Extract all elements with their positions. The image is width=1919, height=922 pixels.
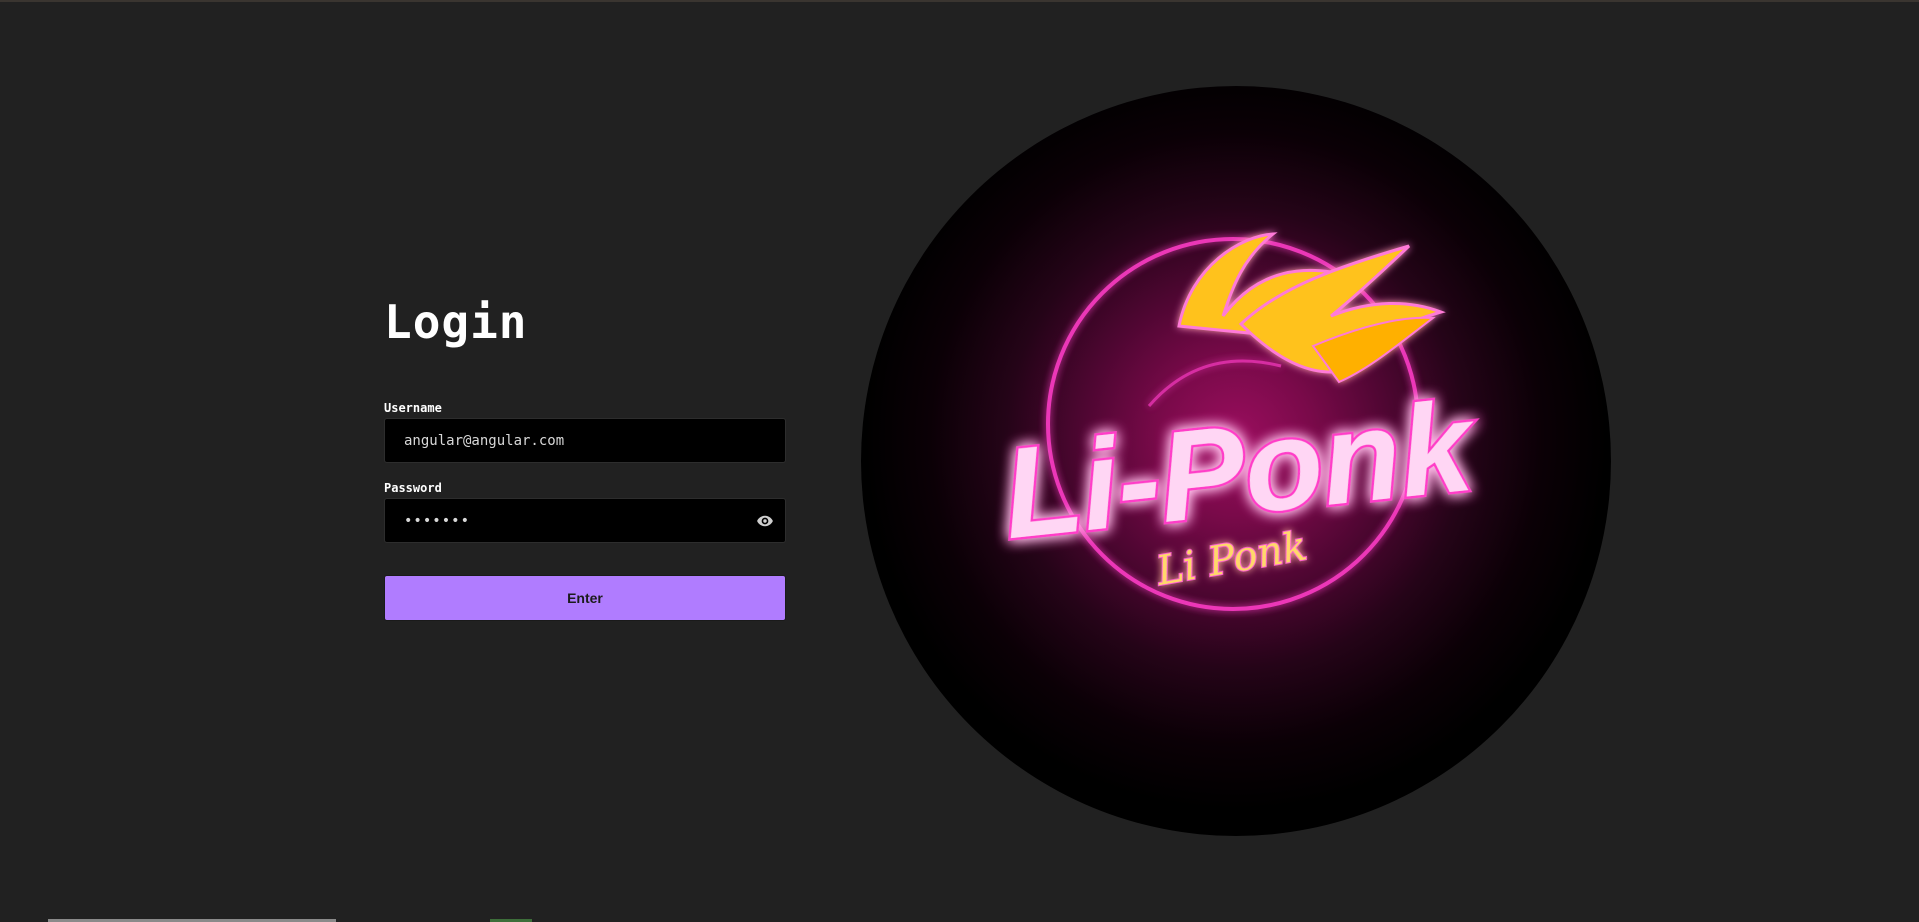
username-label: Username xyxy=(384,401,442,415)
password-input[interactable] xyxy=(385,499,785,542)
password-field[interactable] xyxy=(384,498,786,543)
password-label: Password xyxy=(384,481,442,495)
li-ponk-logo: Li-Ponk Li Ponk xyxy=(861,86,1611,836)
eye-icon[interactable] xyxy=(756,512,774,530)
username-field[interactable] xyxy=(384,418,786,463)
login-form: Login Username Password Enter xyxy=(384,290,786,621)
enter-button[interactable]: Enter xyxy=(384,575,786,621)
window-top-border xyxy=(0,0,1919,2)
username-input[interactable] xyxy=(385,419,785,462)
page-title: Login xyxy=(384,295,528,349)
